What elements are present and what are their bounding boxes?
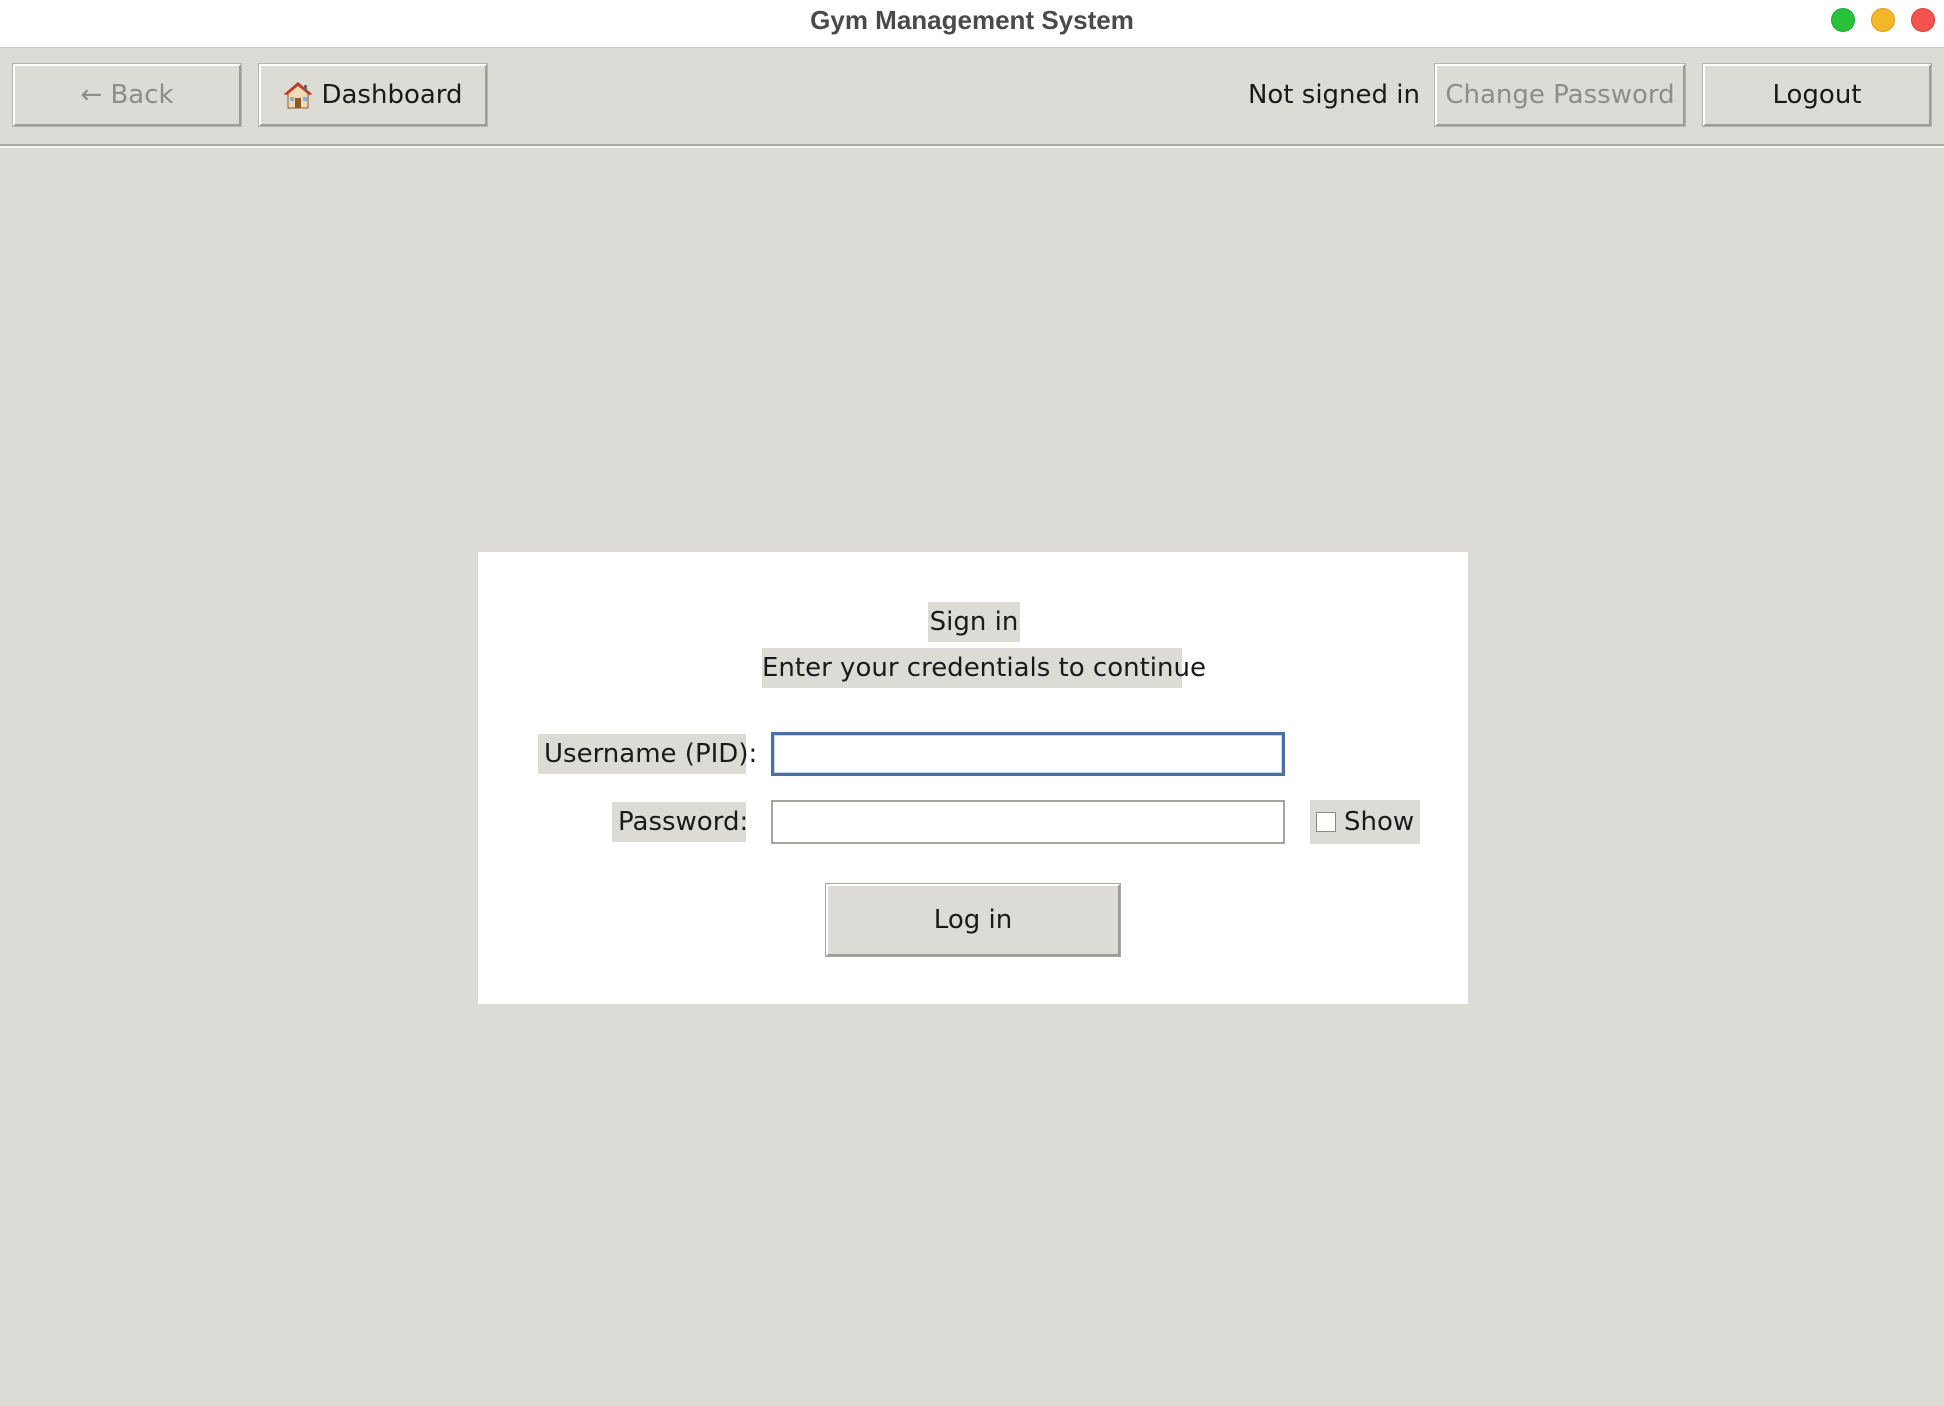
title-bar: Gym Management System: [0, 0, 1944, 48]
username-label: Username (PID):: [538, 734, 757, 774]
sign-in-status: Not signed in: [1247, 80, 1420, 110]
password-field[interactable]: [771, 800, 1285, 844]
change-password-label: Change Password: [1445, 80, 1675, 110]
house-icon: [283, 80, 313, 110]
password-label: Password:: [612, 802, 748, 842]
login-card: Sign in Enter your credentials to contin…: [478, 552, 1468, 1004]
username-field[interactable]: [771, 732, 1285, 776]
show-password-checkbox[interactable]: [1316, 812, 1336, 832]
change-password-button[interactable]: Change Password: [1434, 63, 1686, 127]
logout-label: Logout: [1772, 80, 1862, 110]
dashboard-button[interactable]: Dashboard: [258, 63, 488, 127]
logout-button[interactable]: Logout: [1702, 63, 1932, 127]
dashboard-button-label: Dashboard: [321, 80, 463, 110]
show-password-label: Show: [1344, 807, 1415, 837]
zoom-window-button[interactable]: [1831, 8, 1855, 32]
close-window-button[interactable]: [1911, 8, 1935, 32]
login-button-label: Log in: [933, 905, 1013, 935]
window-title: Gym Management System: [810, 5, 1134, 35]
toolbar: ← Back Dashboard Not signed in Change Pa…: [0, 48, 1944, 148]
login-button[interactable]: Log in: [825, 883, 1121, 957]
login-subheading: Enter your credentials to continue: [762, 648, 1206, 688]
show-password-toggle[interactable]: Show: [1310, 800, 1420, 844]
back-button[interactable]: ← Back: [12, 63, 242, 127]
back-button-label: ← Back: [80, 80, 174, 110]
minimize-window-button[interactable]: [1871, 8, 1895, 32]
login-heading: Sign in: [928, 602, 1020, 642]
